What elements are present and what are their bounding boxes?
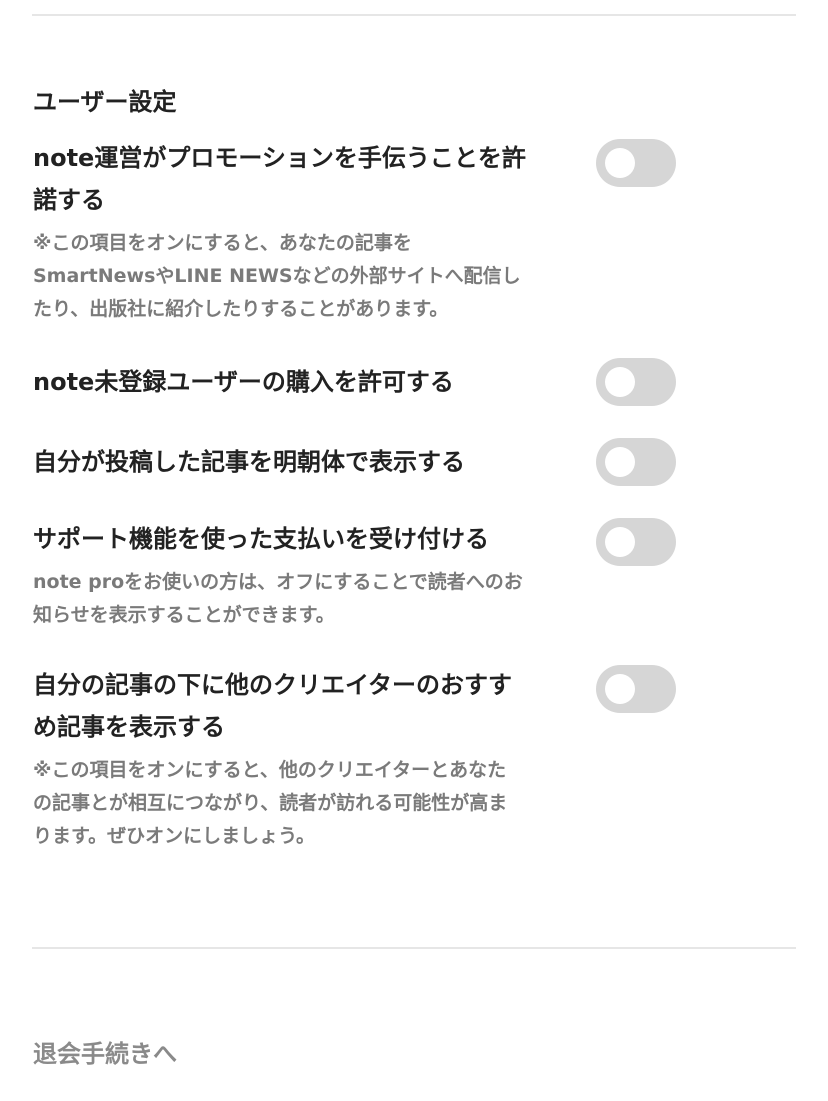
setting-mincho-font: 自分が投稿した記事を明朝体で表示する [33,438,683,486]
setting-note-line: 知らせを表示することができます。 [33,604,335,626]
section-title: ユーザー設定 [33,88,177,116]
setting-label-line: note運営がプロモーションを手伝うことを許 [33,144,526,172]
toggle-knob [605,367,635,397]
setting-label-line: note未登録ユーザーの購入を許可する [33,368,454,396]
setting-note: ※この項目をオンにすると、あなたの記事を SmartNewsやLINE NEWS… [33,227,568,326]
withdraw-link[interactable]: 退会手続きへ [33,1034,177,1074]
mincho-font-toggle[interactable] [596,438,676,486]
setting-label: サポート機能を使った支払いを受け付ける [33,518,573,560]
setting-note-line: たり、出版社に紹介したりすることがあります。 [33,298,449,320]
setting-note: note proをお使いの方は、オフにすることで読者へのお 知らせを表示すること… [33,566,568,632]
toggle-knob [605,148,635,178]
setting-recommended-articles: 自分の記事の下に他のクリエイターのおすす め記事を表示する ※この項目をオンにす… [33,664,683,853]
setting-label: note運営がプロモーションを手伝うことを許 諾する [33,137,573,221]
setting-label-line: 自分の記事の下に他のクリエイターのおすす [33,671,513,699]
setting-note-line: ※この項目をオンにすると、他のクリエイターとあなた [33,759,507,781]
setting-unregistered-purchase: note未登録ユーザーの購入を許可する [33,358,683,406]
toggle-knob [605,447,635,477]
setting-label-line: 自分が投稿した記事を明朝体で表示する [33,448,465,476]
setting-label: 自分が投稿した記事を明朝体で表示する [33,441,573,483]
setting-note-line: ります。ぜひオンにしましょう。 [33,825,315,847]
toggle-knob [605,674,635,704]
unregistered-purchase-toggle[interactable] [596,358,676,406]
promotion-toggle[interactable] [596,139,676,187]
setting-support-payments: サポート機能を使った支払いを受け付ける note proをお使いの方は、オフにす… [33,518,683,632]
setting-label-line: サポート機能を使った支払いを受け付ける [33,525,489,553]
recommended-articles-toggle[interactable] [596,665,676,713]
setting-label-line: 諾する [33,186,105,214]
setting-promotion: note運営がプロモーションを手伝うことを許 諾する ※この項目をオンにすると、… [33,137,683,326]
setting-label: 自分の記事の下に他のクリエイターのおすす め記事を表示する [33,664,573,748]
setting-label: note未登録ユーザーの購入を許可する [33,361,573,403]
toggle-knob [605,527,635,557]
setting-note-line: ※この項目をオンにすると、あなたの記事を [33,232,412,254]
setting-note-line: SmartNewsやLINE NEWSなどの外部サイトへ配信し [33,265,521,287]
setting-note-line: note proをお使いの方は、オフにすることで読者へのお [33,571,523,593]
setting-label-line: め記事を表示する [33,713,225,741]
top-divider [32,14,796,16]
setting-note-line: の記事とが相互につながり、読者が訪れる可能性が高ま [33,792,508,814]
setting-note: ※この項目をオンにすると、他のクリエイターとあなた の記事とが相互につながり、読… [33,754,568,853]
support-payments-toggle[interactable] [596,518,676,566]
bottom-divider [32,947,796,949]
